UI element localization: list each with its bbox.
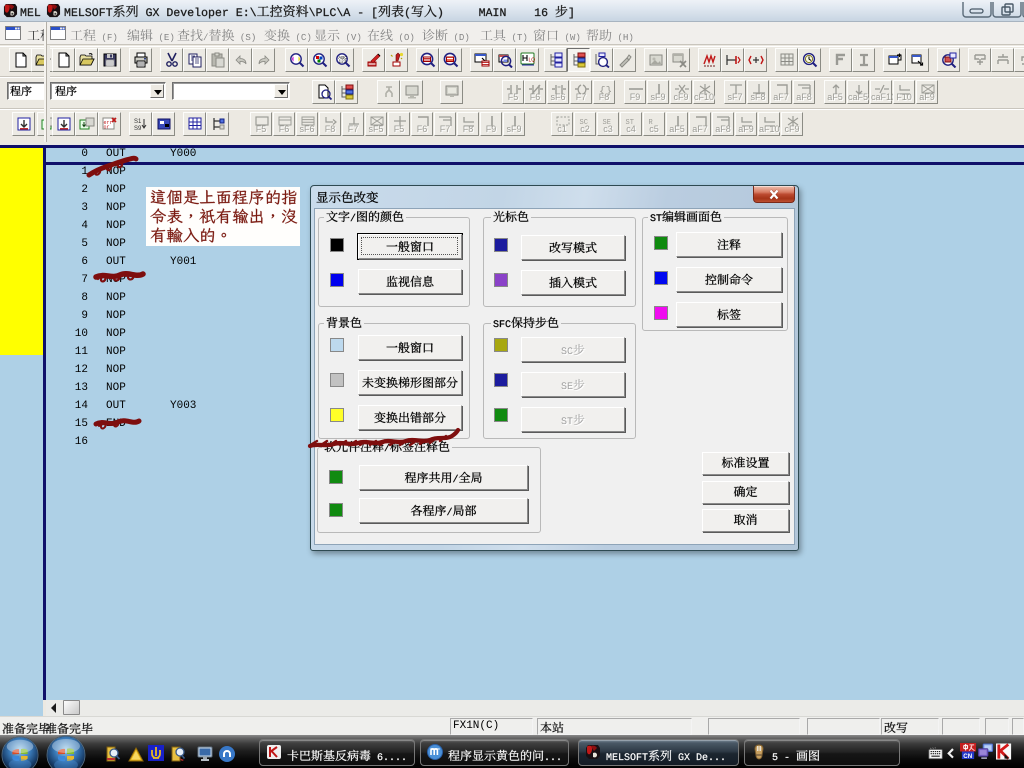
- svg-text:CN: CN: [963, 753, 972, 760]
